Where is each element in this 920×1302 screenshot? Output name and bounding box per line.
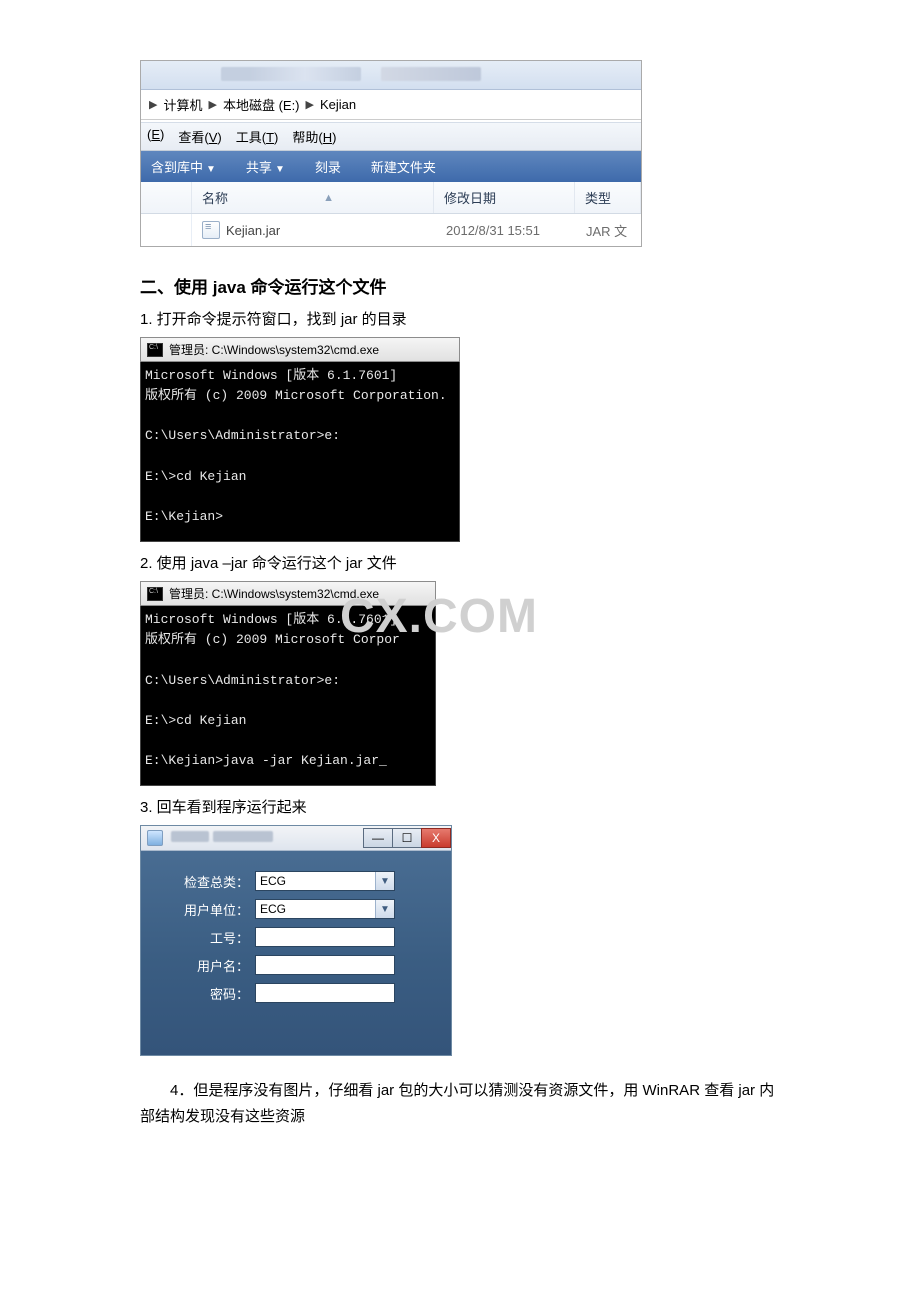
- cmd-icon: [147, 587, 163, 601]
- breadcrumb-seg[interactable]: 计算机: [163, 95, 202, 114]
- maximize-button[interactable]: ☐: [392, 828, 422, 848]
- file-date: 2012/8/31 15:51: [436, 223, 576, 238]
- chevron-right-icon: ▶: [208, 98, 216, 111]
- column-name[interactable]: 名称 ▲: [192, 182, 434, 213]
- input-password[interactable]: [255, 983, 395, 1003]
- jar-file-icon: [202, 221, 220, 239]
- chevron-down-icon[interactable]: ▼: [375, 900, 394, 918]
- label-username: 用户名：: [161, 956, 255, 975]
- input-workid[interactable]: [255, 927, 395, 947]
- combo-value: ECG: [260, 874, 286, 888]
- breadcrumb-seg[interactable]: Kejian: [320, 97, 356, 112]
- explorer-titlebar: [141, 61, 641, 90]
- terminal-title-text: 管理员: C:\Windows\system32\cmd.exe: [169, 341, 379, 358]
- explorer-menubar: (E) 查看(V) 工具(T) 帮助(H): [141, 123, 641, 151]
- step-text: 1. 打开命令提示符窗口，找到 jar 的目录: [140, 308, 780, 329]
- input-username[interactable]: [255, 955, 395, 975]
- section-heading: 二、使用 java 命令运行这个文件: [140, 273, 780, 298]
- explorer-window: ▶ 计算机 ▶ 本地磁盘 (E:) ▶ Kejian (E) 查看(V) 工具(…: [140, 60, 642, 247]
- combo-checktype[interactable]: ECG ▼: [255, 871, 395, 891]
- terminal-window: 管理员: C:\Windows\system32\cmd.exe Microso…: [140, 581, 436, 786]
- terminal-titlebar: 管理员: C:\Windows\system32\cmd.exe: [140, 581, 436, 606]
- column-date[interactable]: 修改日期: [434, 182, 575, 213]
- column-type[interactable]: 类型: [575, 182, 641, 213]
- breadcrumb-seg[interactable]: 本地磁盘 (E:): [223, 95, 300, 114]
- menu-edit-frag[interactable]: (E): [147, 127, 164, 146]
- toolbar-share[interactable]: 共享▼: [246, 157, 285, 176]
- login-title-blurred: [171, 829, 356, 847]
- terminal-title-text: 管理员: C:\Windows\system32\cmd.exe: [169, 585, 379, 602]
- login-window: — ☐ X 检查总类： ECG ▼ 用户单位： ECG ▼ 工号: [140, 825, 452, 1056]
- menu-view[interactable]: 查看(V): [178, 127, 221, 146]
- toolbar-burn[interactable]: 刻录: [315, 157, 341, 176]
- terminal-body[interactable]: Microsoft Windows [版本 6.1.7601] 版权所有 (c)…: [140, 606, 436, 786]
- explorer-toolbar: 含到库中▼ 共享▼ 刻录 新建文件夹: [141, 151, 641, 182]
- menu-help[interactable]: 帮助(H): [292, 127, 336, 146]
- label-workid: 工号：: [161, 928, 255, 947]
- label-checktype: 检查总类：: [161, 872, 255, 891]
- breadcrumb[interactable]: ▶ 计算机 ▶ 本地磁盘 (E:) ▶ Kejian: [141, 90, 641, 120]
- terminal-window: 管理员: C:\Windows\system32\cmd.exe Microso…: [140, 337, 460, 542]
- app-icon: [147, 830, 163, 846]
- login-titlebar: — ☐ X: [141, 826, 451, 851]
- cmd-icon: [147, 343, 163, 357]
- menu-tools[interactable]: 工具(T): [236, 127, 279, 146]
- step-text: 4．但是程序没有图片，仔细看 jar 包的大小可以猜测没有资源文件，用 WinR…: [140, 1078, 780, 1129]
- file-name: Kejian.jar: [226, 223, 280, 238]
- label-password: 密码：: [161, 984, 255, 1003]
- table-row[interactable]: Kejian.jar 2012/8/31 15:51 JAR 文: [141, 214, 641, 246]
- combo-value: ECG: [260, 902, 286, 916]
- toolbar-newfolder[interactable]: 新建文件夹: [371, 157, 436, 176]
- minimize-button[interactable]: —: [363, 828, 393, 848]
- label-userorg: 用户单位：: [161, 900, 255, 919]
- explorer-columns: 名称 ▲ 修改日期 类型: [141, 182, 641, 214]
- step-text: 2. 使用 java –jar 命令运行这个 jar 文件: [140, 552, 780, 573]
- sort-asc-icon: ▲: [234, 192, 423, 204]
- file-type: JAR 文: [576, 221, 641, 240]
- step-text: 3. 回车看到程序运行起来: [140, 796, 780, 817]
- toolbar-include[interactable]: 含到库中▼: [151, 157, 216, 176]
- close-button[interactable]: X: [421, 828, 451, 848]
- terminal-titlebar: 管理员: C:\Windows\system32\cmd.exe: [140, 337, 460, 362]
- chevron-down-icon[interactable]: ▼: [375, 872, 394, 890]
- document-body: ▶ 计算机 ▶ 本地磁盘 (E:) ▶ Kejian (E) 查看(V) 工具(…: [40, 40, 880, 1157]
- combo-userorg[interactable]: ECG ▼: [255, 899, 395, 919]
- chevron-right-icon: ▶: [306, 98, 314, 111]
- terminal-body[interactable]: Microsoft Windows [版本 6.1.7601] 版权所有 (c)…: [140, 362, 460, 542]
- chevron-right-icon: ▶: [149, 98, 157, 111]
